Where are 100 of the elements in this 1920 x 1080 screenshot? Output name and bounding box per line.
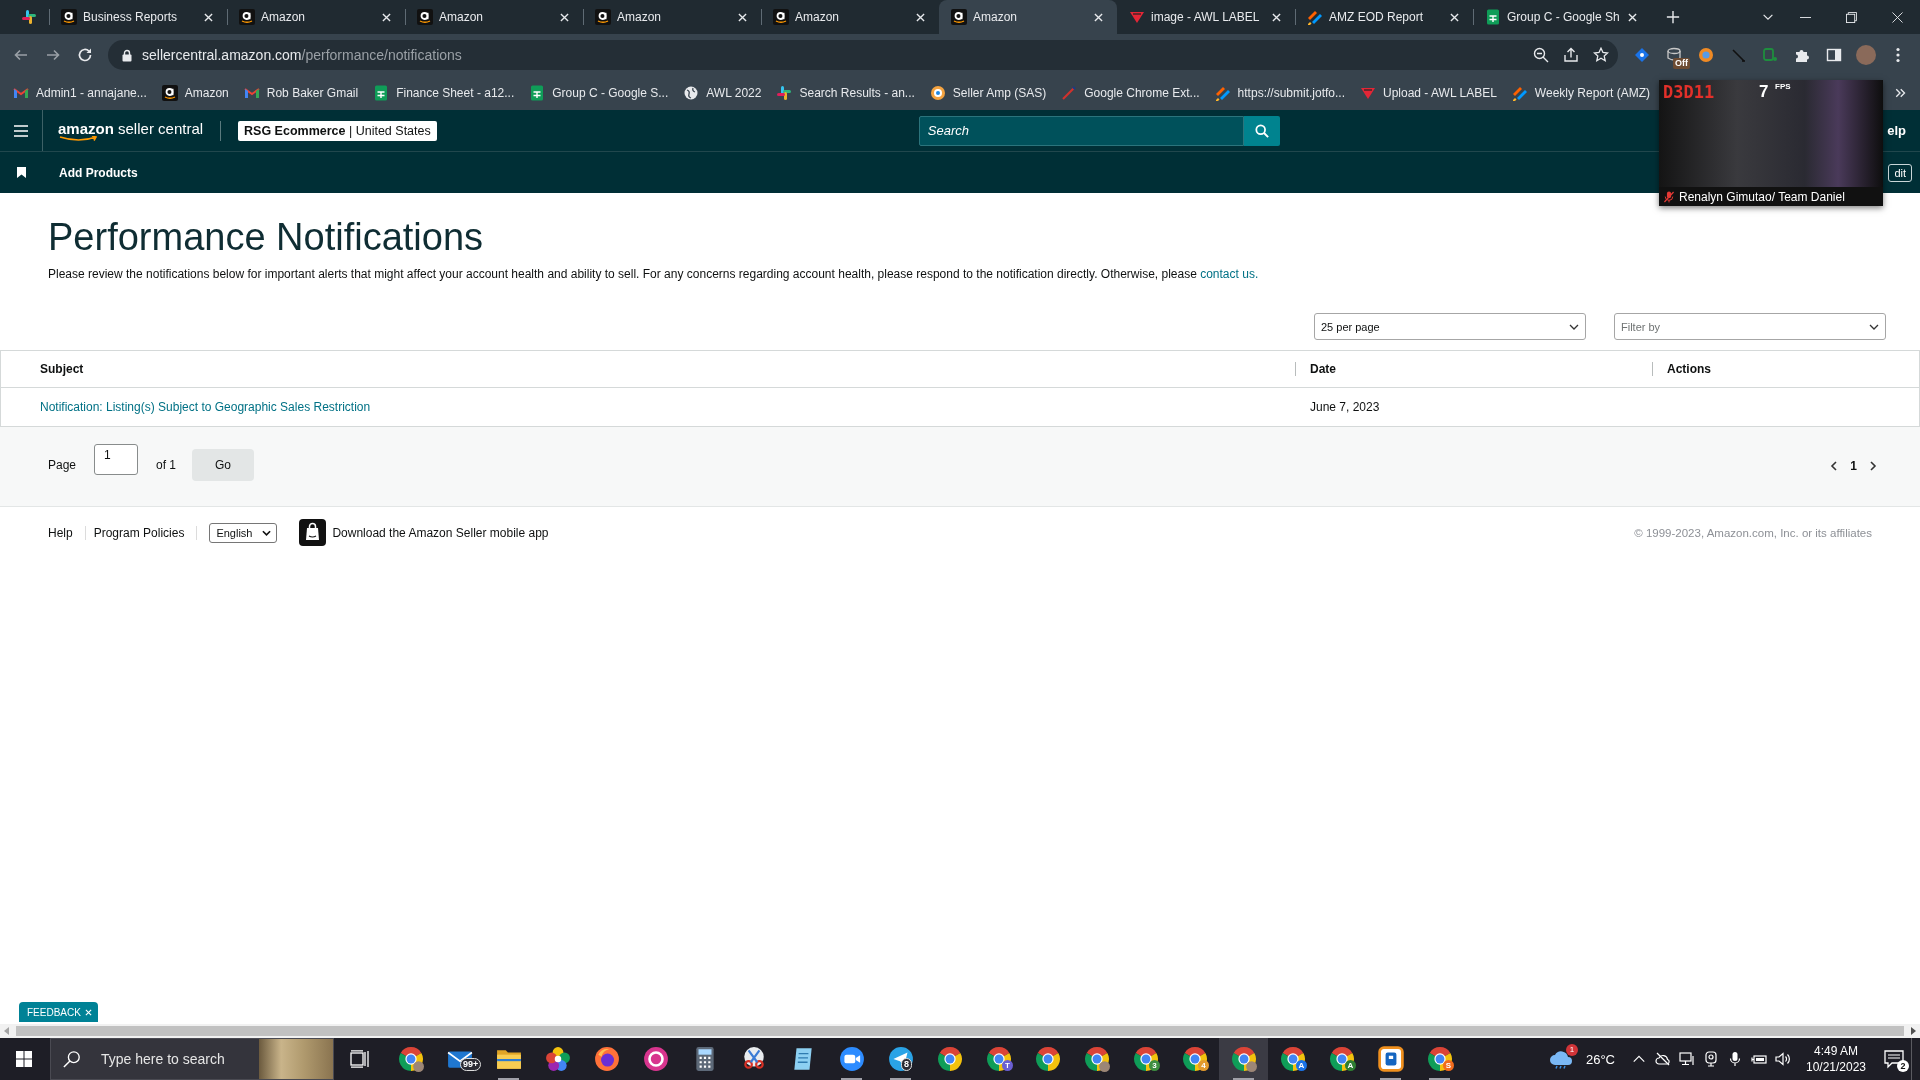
account-switcher[interactable]: RSG Ecommerce | United States bbox=[238, 120, 437, 141]
taskbar-app[interactable]: T bbox=[974, 1038, 1023, 1080]
browser-tab[interactable]: Amazon bbox=[583, 0, 761, 34]
bookmark[interactable]: Upload - AWL LABEL bbox=[1353, 80, 1504, 106]
bookmark[interactable]: Admin1 - annajane... bbox=[6, 80, 154, 106]
extension-icon[interactable] bbox=[1762, 47, 1778, 63]
start-icon[interactable] bbox=[16, 1051, 32, 1067]
language-select[interactable]: English bbox=[209, 522, 278, 543]
reload-icon[interactable] bbox=[77, 47, 93, 63]
search-button[interactable] bbox=[1243, 115, 1280, 146]
filter-select[interactable]: Filter by bbox=[1614, 313, 1886, 340]
browser-tab[interactable]: Amazon bbox=[227, 0, 405, 34]
back-icon[interactable] bbox=[13, 47, 29, 63]
zoom-icon[interactable] bbox=[1533, 47, 1549, 63]
share-icon[interactable] bbox=[1563, 47, 1579, 63]
cloud-off-icon[interactable] bbox=[1655, 1051, 1671, 1067]
bookmark[interactable]: Group C - Google S... bbox=[522, 80, 676, 106]
weather-button[interactable]: 1 bbox=[1543, 1041, 1580, 1077]
scroll-right-icon[interactable] bbox=[1910, 1027, 1916, 1035]
close-icon[interactable] bbox=[1628, 12, 1637, 22]
taskbar-app[interactable] bbox=[1219, 1038, 1268, 1080]
contact-link[interactable]: contact us. bbox=[1200, 267, 1259, 281]
renderer-label: D3D11 bbox=[1663, 82, 1715, 102]
clock-date[interactable]: 10/21/2023 bbox=[1805, 1059, 1867, 1075]
more-bookmarks-icon[interactable] bbox=[1894, 87, 1906, 99]
taskbar-app[interactable]: 3 bbox=[1121, 1038, 1170, 1080]
nav-link[interactable]: Add Products bbox=[59, 165, 138, 180]
browser-tab[interactable]: Group C - Google Sh bbox=[1473, 0, 1651, 34]
close-icon[interactable] bbox=[1094, 12, 1103, 22]
shopping-bag-icon[interactable] bbox=[299, 519, 327, 546]
horizontal-scrollbar[interactable] bbox=[0, 1024, 1920, 1038]
browser-tab[interactable]: image - AWL LABEL bbox=[1117, 0, 1295, 34]
logo-text[interactable]: amazon seller central bbox=[58, 120, 204, 137]
bookmark[interactable]: Search Results - an... bbox=[769, 80, 922, 106]
bookmark[interactable]: Google Chrome Ext... bbox=[1054, 80, 1207, 106]
bookmark[interactable]: https://submit.jotfo... bbox=[1207, 80, 1352, 106]
browser-tab[interactable]: Amazon bbox=[405, 0, 583, 34]
bookmark[interactable]: Amazon bbox=[154, 80, 236, 106]
restore-icon[interactable] bbox=[1845, 11, 1857, 23]
scrollbar-thumb[interactable] bbox=[16, 1026, 1904, 1036]
smile-logo-icon bbox=[595, 9, 611, 25]
close-icon[interactable] bbox=[916, 12, 925, 22]
bookmark[interactable]: AWL 2022 bbox=[676, 80, 769, 106]
close-icon[interactable] bbox=[204, 12, 213, 22]
taskbar-app[interactable]: 99+ bbox=[435, 1038, 484, 1080]
taskbar-app[interactable]: A bbox=[1268, 1038, 1317, 1080]
new-tab-icon[interactable] bbox=[1666, 10, 1680, 24]
date-text: June 7, 2023 bbox=[1310, 400, 1380, 414]
circle-logo-icon[interactable] bbox=[1698, 47, 1714, 63]
header-link[interactable]: elp bbox=[1887, 123, 1920, 138]
bookmark[interactable]: Weekly Report (AMZ) bbox=[1504, 80, 1657, 106]
bookmark[interactable]: Rob Baker Gmail bbox=[236, 80, 366, 106]
address-bar[interactable]: sellercentral.amazon.com/performance/notifications bbox=[108, 40, 1618, 70]
browser-tab[interactable]: Amazon bbox=[939, 0, 1117, 34]
page-input[interactable]: 1 bbox=[94, 444, 139, 475]
app-download-link[interactable]: Download the Amazon Seller mobile app bbox=[332, 525, 549, 540]
chevron-right-icon[interactable] bbox=[1870, 461, 1877, 471]
video-camera-icon bbox=[838, 1046, 865, 1072]
browser-tab[interactable]: AMZ EOD Report bbox=[1295, 0, 1473, 34]
taskbar-app[interactable]: 8 bbox=[876, 1038, 925, 1080]
close-icon[interactable] bbox=[738, 12, 747, 22]
menu-icon[interactable] bbox=[14, 124, 28, 137]
close-icon[interactable] bbox=[560, 12, 569, 22]
microphone-icon[interactable] bbox=[1727, 1051, 1743, 1067]
forward-icon[interactable] bbox=[45, 47, 61, 63]
footer-link[interactable]: Help bbox=[48, 525, 86, 540]
clock-time[interactable]: 4:49 AM bbox=[1814, 1043, 1858, 1059]
notification-button[interactable]: 2 bbox=[1877, 1041, 1911, 1077]
close-icon[interactable] bbox=[1891, 11, 1903, 23]
notification-link[interactable]: Notification: Listing(s) Subject to Geographic Sales Restriction bbox=[40, 400, 371, 414]
side-panel-icon[interactable] bbox=[1826, 47, 1842, 63]
volume-icon[interactable] bbox=[1775, 1051, 1791, 1067]
diamond-icon[interactable] bbox=[1634, 47, 1650, 63]
bookmark-icon[interactable] bbox=[17, 167, 26, 178]
lock-icon[interactable] bbox=[122, 48, 132, 62]
taskbar-app[interactable]: A bbox=[1317, 1038, 1366, 1080]
hash-logo-icon[interactable] bbox=[20, 9, 37, 25]
star-icon[interactable] bbox=[1593, 47, 1609, 63]
temperature-text[interactable]: 26°C bbox=[1579, 1051, 1627, 1067]
extension-button[interactable]: Off bbox=[1658, 39, 1690, 71]
footer-link[interactable]: Program Policies bbox=[93, 525, 198, 540]
menu-icon[interactable] bbox=[1896, 47, 1900, 63]
network-icon[interactable] bbox=[1679, 1051, 1695, 1067]
page-number[interactable]: 1 bbox=[1850, 459, 1857, 473]
bookmark[interactable]: Finance Sheet - a12... bbox=[366, 80, 522, 106]
header-button[interactable]: dit bbox=[1888, 163, 1912, 182]
page-size-select[interactable]: 25 per page bbox=[1314, 313, 1586, 340]
close-icon[interactable] bbox=[382, 12, 391, 22]
chevron-left-icon[interactable] bbox=[1830, 461, 1838, 471]
search-field[interactable]: Search bbox=[918, 115, 1244, 146]
close-icon[interactable] bbox=[1272, 12, 1281, 22]
close-icon[interactable] bbox=[1450, 12, 1459, 22]
webcam-icon[interactable] bbox=[1703, 1051, 1719, 1067]
puzzle-icon[interactable] bbox=[1794, 47, 1810, 63]
feedback-tab[interactable]: FEEDBACK bbox=[19, 1002, 98, 1022]
browser-tab[interactable]: Business Reports bbox=[49, 0, 227, 34]
go-button[interactable]: Go bbox=[192, 449, 255, 481]
task-view-icon[interactable] bbox=[350, 1050, 370, 1068]
browser-tab[interactable]: Amazon bbox=[761, 0, 939, 34]
bookmark[interactable]: Seller Amp (SAS) bbox=[922, 80, 1054, 106]
